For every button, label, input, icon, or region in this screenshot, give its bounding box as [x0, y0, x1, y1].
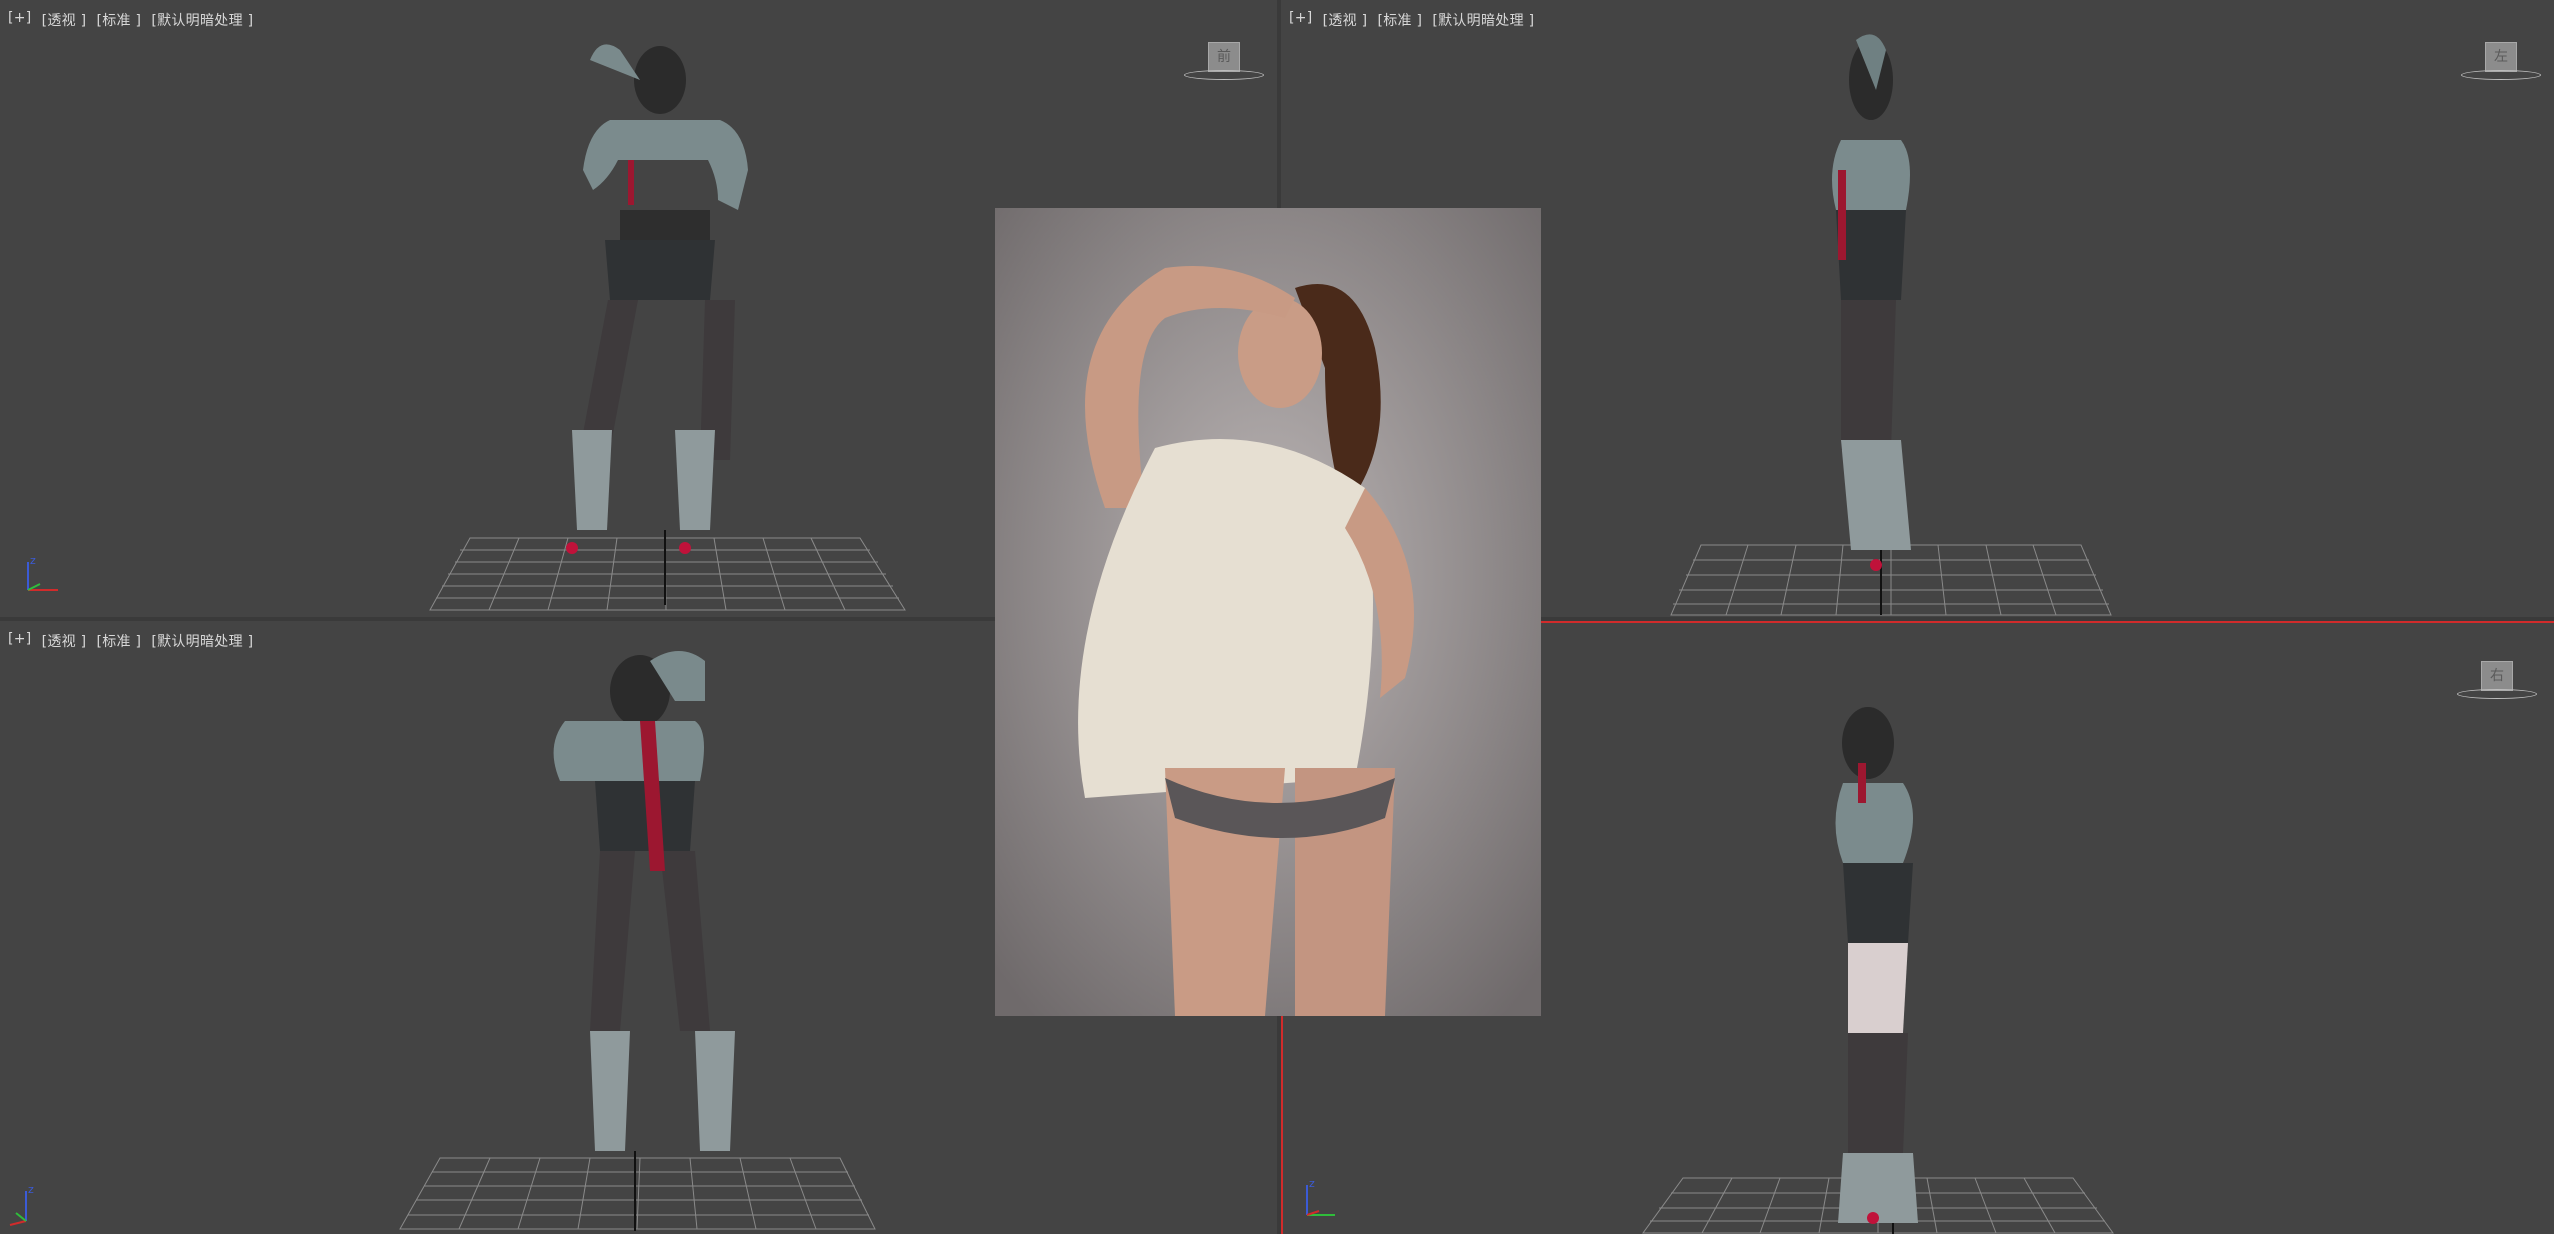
character-model-right[interactable] — [1835, 707, 1919, 1224]
axis-gizmo-icon: z — [1306, 1177, 1335, 1216]
viewport-layout: [+] [透视 ] [标准 ] [默认明暗处理 ] 前 z [+] [透视] … — [0, 0, 2554, 1234]
ground-grid — [399, 1157, 876, 1230]
character-model-back[interactable] — [553, 651, 735, 1151]
axis-label-z: z — [1309, 1177, 1315, 1190]
axis-gizmo-icon: z — [27, 554, 58, 591]
axis-label-z: z — [28, 1183, 34, 1196]
character-model-front[interactable] — [566, 44, 748, 554]
character-model-left[interactable] — [1832, 34, 1911, 571]
ground-grid — [429, 537, 906, 611]
axis-label-z: z — [30, 554, 36, 567]
reference-image — [995, 208, 1541, 1016]
reference-photo-graphic — [995, 208, 1541, 1016]
axis-gizmo-icon: z — [9, 1183, 34, 1226]
ground-grid — [1670, 544, 2112, 616]
